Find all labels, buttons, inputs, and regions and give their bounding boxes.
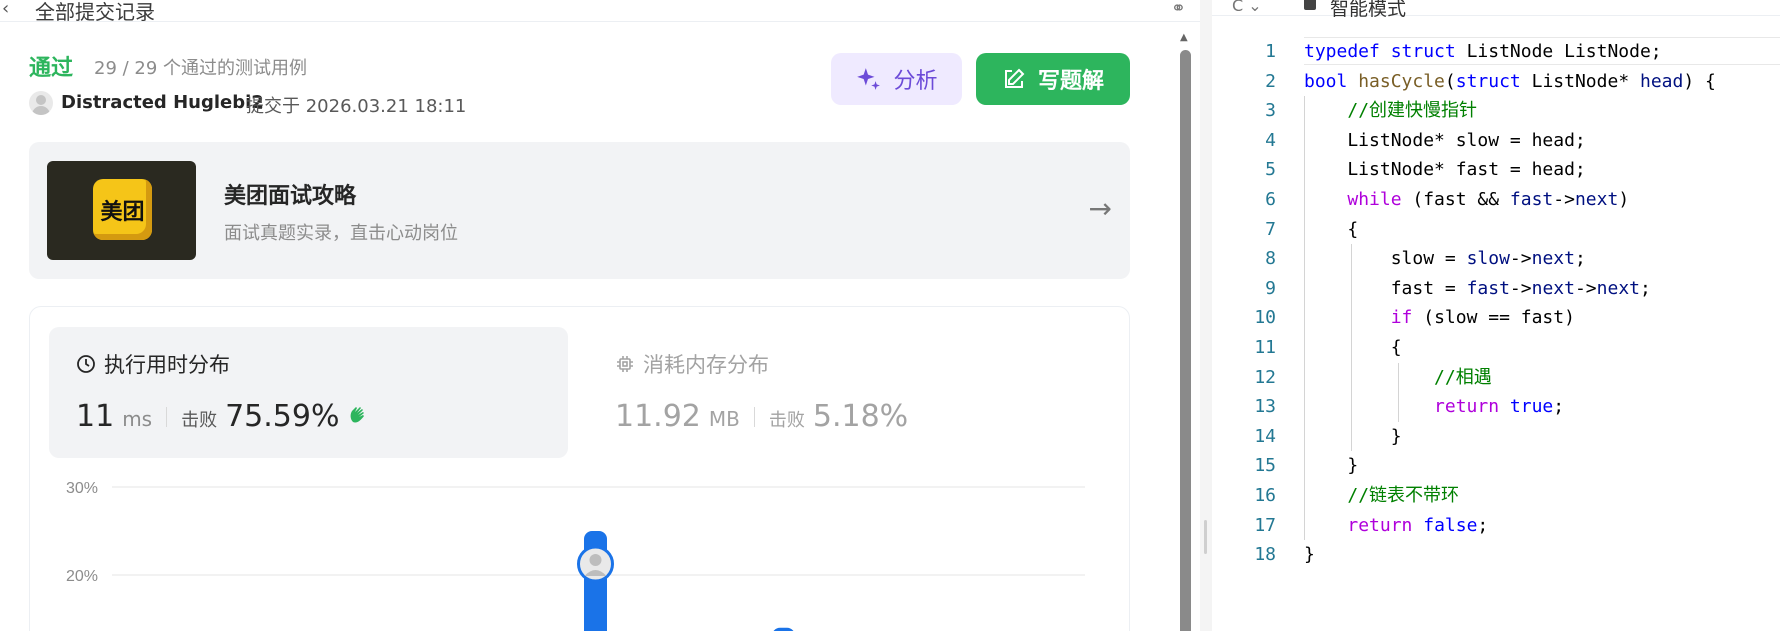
line-number: 12: [1254, 366, 1276, 388]
username[interactable]: Distracted Huglebi2: [61, 92, 264, 113]
line-text[interactable]: ListNode* fast = head;: [1304, 155, 1585, 185]
line-number: 11: [1254, 336, 1276, 358]
mode-icon: [1304, 0, 1316, 10]
line-text[interactable]: {: [1304, 215, 1358, 245]
promo-banner[interactable]: 美团 美团面试攻略 面试真题实录，直击心动岗位 →: [29, 142, 1130, 279]
performance-card: 执行用时分布 11 ms 击败 75.59% 消耗内存分布 11.92 MB 击…: [29, 306, 1130, 631]
line-number: 4: [1265, 129, 1276, 151]
submission-panel: ‹ 全部提交记录 ⚭ 通过 29 / 29 个通过的测试用例 Distracte…: [0, 0, 1220, 631]
memory-beat-label: 击败: [768, 410, 805, 431]
line-number: 15: [1254, 455, 1276, 477]
line-number: 10: [1254, 307, 1276, 329]
line-number: 9: [1265, 277, 1276, 299]
line-number: 5: [1265, 159, 1276, 181]
memory-unit: MB: [708, 407, 740, 431]
line-number: 13: [1254, 396, 1276, 418]
chart-ytick-label: 20%: [66, 568, 98, 585]
header-title: 全部提交记录: [35, 0, 155, 24]
clap-icon: [351, 407, 365, 423]
code-editor[interactable]: C ⌄ 智能模式 1 typedef struct ListNode ListNo…: [1212, 0, 1780, 631]
write-solution-label: 写题解: [1037, 69, 1104, 94]
indent-guide: [1398, 362, 1399, 422]
submission-time: 提交于 2026.03.21 18:11: [246, 96, 467, 117]
line-text[interactable]: if (slow == fast): [1304, 303, 1575, 333]
line-number: 7: [1265, 218, 1276, 240]
runtime-tab[interactable]: 执行用时分布 11 ms 击败 75.59%: [49, 327, 568, 458]
line-number: 6: [1265, 188, 1276, 210]
indent-guide: [1351, 244, 1352, 452]
line-text[interactable]: }: [1304, 422, 1402, 452]
runtime-heading: 执行用时分布: [104, 353, 230, 377]
runtime-value: 11: [76, 399, 115, 434]
line-text[interactable]: typedef struct ListNode ListNode;: [1304, 37, 1662, 67]
memory-heading: 消耗内存分布: [643, 353, 769, 377]
line-number: 14: [1254, 425, 1276, 447]
line-text[interactable]: return true;: [1304, 392, 1564, 422]
line-text[interactable]: //链表不带环: [1304, 481, 1459, 511]
language-icon[interactable]: C ⌄: [1232, 0, 1262, 15]
chart-ytick-label: 30%: [66, 480, 98, 497]
promo-subtitle: 面试真题实录，直击心动岗位: [224, 223, 458, 244]
line-text[interactable]: return false;: [1304, 511, 1488, 541]
line-text[interactable]: slow = slow->next;: [1304, 244, 1586, 274]
back-arrow-icon[interactable]: ‹: [2, 0, 9, 19]
analyze-button[interactable]: 分析: [831, 53, 962, 105]
runtime-beat-value: 75.59%: [225, 399, 340, 434]
splitter-grip[interactable]: [1204, 520, 1207, 554]
promo-title: 美团面试攻略: [224, 184, 357, 209]
line-text[interactable]: {: [1304, 333, 1402, 363]
memory-beat-value: 5.18%: [812, 399, 909, 434]
memory-tab[interactable]: 消耗内存分布: [615, 349, 769, 379]
line-text[interactable]: while (fast && fast->next): [1304, 185, 1629, 215]
sparkle-icon: [857, 68, 881, 90]
write-solution-button[interactable]: 写题解: [976, 53, 1130, 105]
line-number: 2: [1265, 70, 1276, 92]
status-label: 通过: [29, 56, 74, 81]
chip-icon: [617, 356, 633, 372]
line-number: 8: [1265, 248, 1276, 270]
line-text[interactable]: ListNode* slow = head;: [1304, 126, 1585, 156]
runtime-beat-label: 击败: [181, 410, 218, 431]
runtime-distribution-chart: 30% 20%: [66, 480, 1085, 631]
submission-header: ‹ 全部提交记录 ⚭: [0, 0, 1200, 24]
edit-icon: [1004, 68, 1025, 88]
line-text[interactable]: fast = fast->next->next;: [1304, 274, 1651, 304]
line-number: 18: [1254, 544, 1276, 566]
line-text[interactable]: }: [1304, 451, 1358, 481]
line-number: 17: [1254, 514, 1276, 536]
line-number: 3: [1265, 100, 1276, 122]
user-avatar[interactable]: [29, 91, 53, 115]
scrollbar-thumb[interactable]: [1180, 50, 1191, 631]
indent-guide: [1304, 96, 1305, 541]
panel-splitter[interactable]: [1200, 0, 1212, 631]
editor-mode-label[interactable]: 智能模式: [1330, 0, 1406, 21]
arrow-right-icon[interactable]: →: [1089, 192, 1112, 225]
user-position-avatar: [577, 545, 614, 583]
share-link-icon[interactable]: ⚭: [1171, 0, 1186, 19]
line-text[interactable]: //创建快慢指针: [1304, 96, 1477, 126]
memory-stats: 11.92 MB 击败 5.18%: [615, 399, 908, 434]
line-text[interactable]: }: [1304, 540, 1315, 570]
memory-value: 11.92: [615, 399, 701, 434]
editor-toolbar: C ⌄ 智能模式: [1212, 0, 1780, 20]
line-number: 1: [1265, 41, 1276, 62]
test-cases-count: 29 / 29 个通过的测试用例: [94, 58, 308, 79]
analyze-button-label: 分析: [893, 69, 938, 94]
leetcode-submission-view: ‹ 全部提交记录 ⚭ 通过 29 / 29 个通过的测试用例 Distracte…: [0, 0, 1780, 631]
line-number: 16: [1254, 484, 1276, 506]
line-text[interactable]: bool hasCycle(struct ListNode* head) {: [1304, 67, 1716, 97]
clock-icon: [77, 355, 95, 373]
meituan-logo: 美团: [47, 161, 196, 260]
runtime-unit: ms: [122, 407, 153, 431]
scroll-up-arrow-icon[interactable]: ▲: [1180, 32, 1188, 43]
